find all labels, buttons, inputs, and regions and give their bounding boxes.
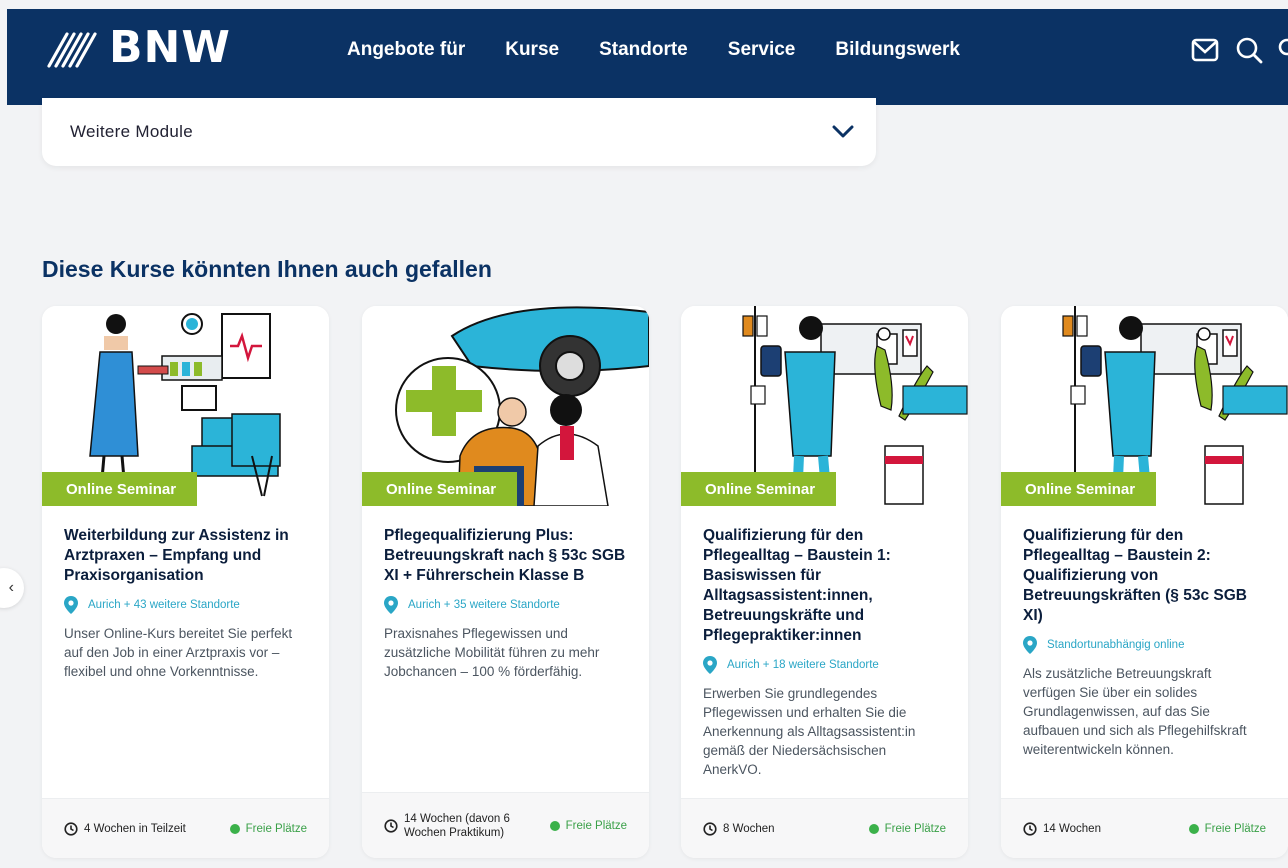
location-pin-icon	[384, 596, 398, 614]
clock-icon	[1023, 821, 1037, 836]
course-description: Praxisnahes Pflegewissen und zusätzliche…	[384, 626, 600, 679]
logo-mark-icon	[47, 32, 97, 68]
availability-dot-icon	[229, 823, 240, 834]
course-illustration-care-car: Online Seminar	[362, 306, 649, 506]
location-text[interactable]: Aurich + 18 weitere Standorte	[727, 659, 879, 671]
card-body: Qualifizierung für den Pflegealltag – Ba…	[1001, 506, 1288, 759]
card-footer: 4 Wochen in Teilzeit Freie Plätze	[42, 798, 329, 858]
accordion-label: Weitere Module	[70, 122, 193, 141]
nav-standorte[interactable]: Standorte	[599, 39, 688, 61]
mail-icon[interactable]	[1190, 37, 1220, 63]
nav-angebote[interactable]: Angebote für	[347, 39, 465, 61]
clock-icon	[703, 821, 717, 836]
availability-text: Freie Plätze	[884, 822, 946, 835]
clock-icon	[384, 818, 398, 833]
nav-bildungswerk[interactable]: Bildungswerk	[835, 39, 960, 61]
location-pin-icon	[64, 596, 78, 614]
duration-text: 8 Wochen	[723, 822, 775, 835]
location-text[interactable]: Standortunabhängig online	[1047, 639, 1184, 651]
clock-icon	[64, 821, 78, 836]
course-location: Standortunabhängig online	[1023, 636, 1266, 654]
course-card[interactable]: Online Seminar Qualifizierung für den Pf…	[681, 306, 968, 858]
course-description: Erwerben Sie grundlegendes Pflegewissen …	[703, 686, 916, 777]
availability: Freie Plätze	[549, 819, 627, 832]
location-pin-icon	[1023, 636, 1037, 654]
course-title[interactable]: Qualifizierung für den Pflegealltag – Ba…	[703, 526, 946, 646]
availability-dot-icon	[868, 823, 879, 834]
course-title[interactable]: Weiterbildung zur Assistenz in Arztpraxe…	[64, 526, 307, 586]
availability-text: Freie Plätze	[1204, 822, 1266, 835]
nav-kurse[interactable]: Kurse	[505, 39, 559, 61]
card-body: Qualifizierung für den Pflegealltag – Ba…	[681, 506, 968, 779]
online-seminar-badge: Online Seminar	[1001, 472, 1156, 506]
card-footer: 14 Wochen (davon 6 Wochen Praktikum) Fre…	[362, 792, 649, 858]
course-description: Als zusätzliche Betreuungskraft verfügen…	[1023, 666, 1247, 757]
location-text[interactable]: Aurich + 35 weitere Standorte	[408, 599, 560, 611]
online-seminar-badge: Online Seminar	[681, 472, 836, 506]
online-seminar-badge: Online Seminar	[42, 472, 197, 506]
section-title: Diese Kurse könnten Ihnen auch gefallen	[42, 256, 492, 282]
chevron-left-icon: ‹	[8, 579, 14, 596]
course-description: Unser Online-Kurs bereitet Sie perfekt a…	[64, 626, 293, 679]
availability: Freie Plätze	[868, 822, 946, 835]
location-pin-icon	[703, 656, 717, 674]
online-seminar-badge: Online Seminar	[362, 472, 517, 506]
availability: Freie Plätze	[229, 822, 307, 835]
card-body: Weiterbildung zur Assistenz in Arztpraxe…	[42, 506, 329, 681]
course-illustration-assistant: Online Seminar	[42, 306, 329, 506]
header-icons	[1190, 35, 1288, 65]
course-illustration-nurse: Online Seminar	[681, 306, 968, 506]
course-card[interactable]: Online Seminar Weiterbildung zur Assiste…	[42, 306, 329, 858]
card-body: Pflegequalifizierung Plus: Betreuungskra…	[362, 506, 649, 681]
duration-text: 14 Wochen	[1043, 822, 1101, 835]
top-navigation-bar: BNW Angebote für Kurse Standorte Service…	[7, 9, 1288, 105]
availability-dot-icon	[549, 820, 560, 831]
duration-text: 4 Wochen in Teilzeit	[84, 822, 186, 835]
course-duration: 14 Wochen	[1023, 821, 1101, 836]
weitere-module-accordion[interactable]: Weitere Module	[42, 98, 876, 166]
course-card[interactable]: Online Seminar Pflegequalifizierung Plus…	[362, 306, 649, 858]
course-duration: 14 Wochen (davon 6 Wochen Praktikum)	[384, 812, 520, 840]
main-nav: Angebote für Kurse Standorte Service Bil…	[347, 39, 1000, 61]
course-location: Aurich + 18 weitere Standorte	[703, 656, 946, 674]
user-icon[interactable]	[1278, 35, 1288, 65]
carousel-prev-button[interactable]: ‹	[0, 568, 24, 608]
course-duration: 4 Wochen in Teilzeit	[64, 821, 186, 836]
logo-text: BNW	[109, 22, 231, 73]
availability: Freie Plätze	[1188, 822, 1266, 835]
location-text[interactable]: Aurich + 43 weitere Standorte	[88, 599, 240, 611]
course-title[interactable]: Pflegequalifizierung Plus: Betreuungskra…	[384, 526, 627, 586]
search-icon[interactable]	[1234, 35, 1264, 65]
availability-text: Freie Plätze	[565, 819, 627, 832]
course-illustration-nurse: Online Seminar	[1001, 306, 1288, 506]
chevron-down-icon	[832, 125, 854, 138]
duration-text: 14 Wochen (davon 6 Wochen Praktikum)	[404, 812, 510, 839]
bnw-logo[interactable]: BNW	[43, 23, 231, 73]
availability-text: Freie Plätze	[245, 822, 307, 835]
card-footer: 8 Wochen Freie Plätze	[681, 798, 968, 858]
course-card[interactable]: Online Seminar Qualifizierung für den Pf…	[1001, 306, 1288, 858]
course-duration: 8 Wochen	[703, 821, 775, 836]
course-title[interactable]: Qualifizierung für den Pflegealltag – Ba…	[1023, 526, 1266, 626]
course-location: Aurich + 43 weitere Standorte	[64, 596, 307, 614]
course-location: Aurich + 35 weitere Standorte	[384, 596, 627, 614]
nav-service[interactable]: Service	[728, 39, 796, 61]
card-footer: 14 Wochen Freie Plätze	[1001, 798, 1288, 858]
availability-dot-icon	[1188, 823, 1199, 834]
